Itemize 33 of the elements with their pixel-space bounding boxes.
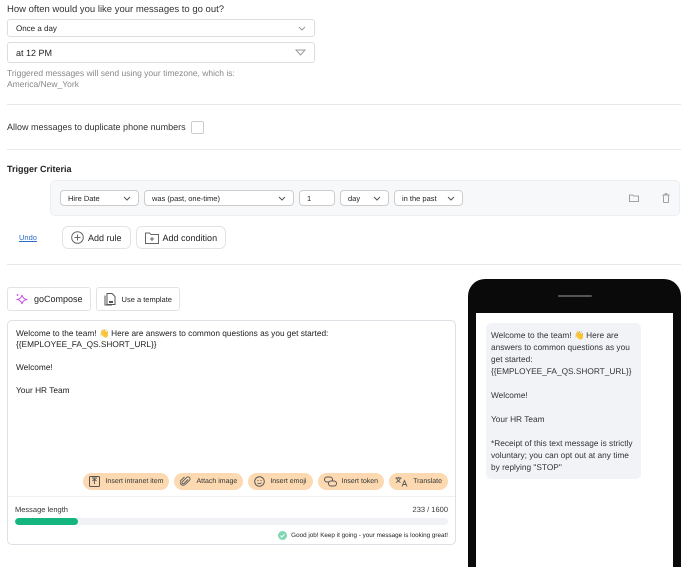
folder-icon[interactable] bbox=[629, 194, 639, 202]
chevron-icon bbox=[278, 196, 286, 200]
chevron-icon bbox=[298, 26, 306, 30]
sparkle-icon bbox=[15, 292, 28, 306]
checkbox[interactable] bbox=[190, 120, 204, 134]
document-icon bbox=[104, 292, 116, 306]
preview-text: *Receipt of this text message is strictly voluntary; you can opt out at any time by replying "STOP" bbox=[491, 437, 634, 473]
timezone-hint: Triggered messages will send using your timezone, which is: America/New_York bbox=[7, 68, 236, 90]
chevron-icon bbox=[123, 196, 131, 200]
smiley-icon bbox=[254, 476, 266, 487]
check-circle-icon bbox=[278, 531, 288, 540]
plus-circle-icon bbox=[71, 231, 84, 244]
duplicate-numbers-label: Allow messages to duplicate phone numbers bbox=[7, 122, 186, 132]
chevron-icon bbox=[373, 196, 381, 200]
token-icon bbox=[324, 476, 336, 487]
select-field[interactable]: Once a day bbox=[7, 19, 315, 37]
compose-tool-button[interactable]: goCompose bbox=[7, 287, 91, 311]
triangle-icon bbox=[295, 49, 306, 56]
question-label: How often would you like your messages to go out? bbox=[7, 4, 226, 15]
folder-plus-icon bbox=[144, 232, 159, 244]
section-title: Trigger Criteria bbox=[7, 164, 73, 174]
message-text[interactable]: Welcome to the team! 👋 Here are answers to common questions as you get started: {{EMPLOYEE_FA_QS.SHORT_URL}} Welcome! Your HR Team bbox=[8, 321, 455, 473]
add-button[interactable]: Add rule bbox=[62, 226, 131, 249]
preview-text: Your HR Team bbox=[491, 413, 546, 425]
upload-box-icon bbox=[89, 476, 100, 487]
preview-text: Welcome! bbox=[491, 389, 529, 401]
preview-text: Welcome to the team! 👋 Here are answers to common questions as you get started: {{EMPLOYEE_FA_QS.SHORT_URL}} bbox=[491, 329, 632, 377]
translate-icon bbox=[395, 476, 408, 487]
paperclip-icon bbox=[180, 476, 192, 487]
select-field[interactable]: at 12 PM bbox=[7, 42, 315, 63]
trash-icon[interactable] bbox=[662, 193, 670, 203]
add-button[interactable]: Add condition bbox=[136, 226, 226, 249]
chevron-icon bbox=[447, 196, 455, 200]
